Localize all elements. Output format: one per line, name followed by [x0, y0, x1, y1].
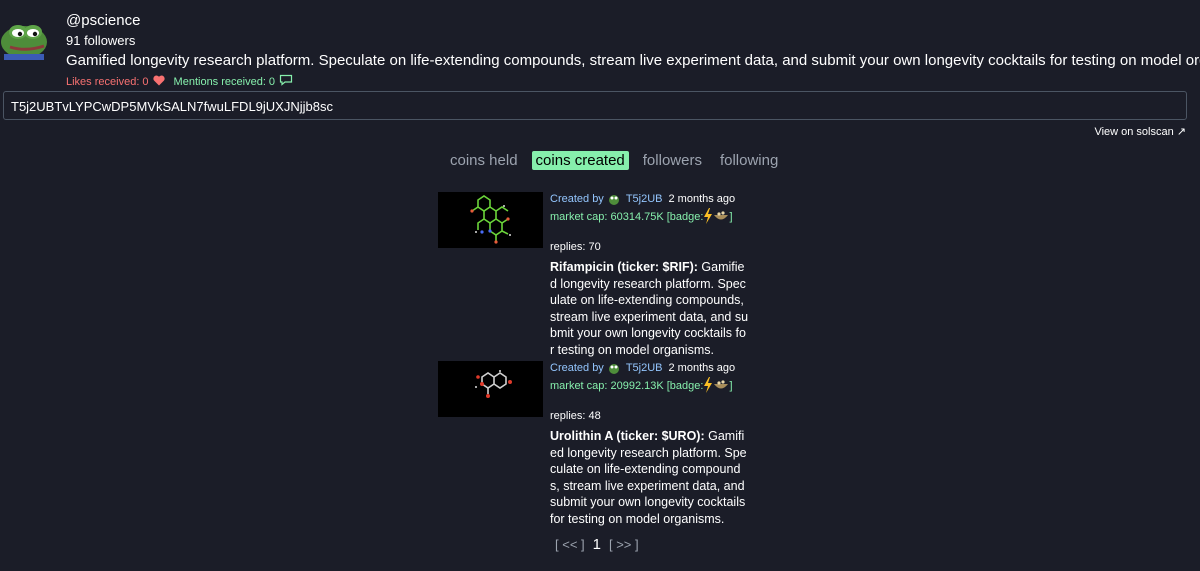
created-by-label: Created by [550, 193, 604, 205]
coin-description: Urolithin A (ticker: $URO): Gamified lon… [550, 428, 750, 527]
profile-stats: Likes received: 0 Mentions received: 0 [66, 74, 293, 89]
market-cap: market cap: 20992.13K [550, 380, 664, 392]
likes-label: Likes received: 0 [66, 75, 149, 88]
market-cap-line: market cap: 60314.75K [badge: ] [550, 207, 760, 227]
wallet-address-field[interactable]: T5j2UBTvLYPCwDP5MVkSALN7fwuLFDL9jUXJNjjb… [3, 91, 1187, 120]
creator-link[interactable]: T5j2UB [626, 193, 663, 205]
creator-avatar-icon [608, 362, 620, 374]
coin-name-ticker: Rifampicin (ticker: $RIF): [550, 260, 698, 274]
badge-close: ] [729, 380, 733, 392]
coin-description-text: Gamified longevity research platform. Sp… [550, 429, 747, 526]
creator-avatar-icon [608, 193, 620, 205]
coin-description-text: Gamified longevity research platform. Sp… [550, 260, 749, 357]
mentions-received: Mentions received: 0 [174, 74, 294, 89]
tab-coins-held[interactable]: coins held [446, 151, 522, 170]
profile-bio: Gamified longevity research platform. Sp… [66, 52, 1200, 69]
coin-thumbnail[interactable] [438, 192, 543, 248]
likes-received: Likes received: 0 [66, 75, 165, 89]
created-line: Created by T5j2UB 2 months ago [550, 361, 760, 375]
coin-name-ticker: Urolithin A (ticker: $URO): [550, 429, 705, 443]
profile-username: @pscience [66, 12, 141, 29]
lightning-icon [703, 207, 713, 227]
coin-description: Rifampicin (ticker: $RIF): Gamified long… [550, 259, 750, 358]
mentions-label: Mentions received: 0 [173, 75, 276, 88]
tab-following[interactable]: following [716, 151, 782, 170]
pagination: [ << ] 1 [ >> ] [555, 536, 639, 553]
badge-close: ] [729, 211, 733, 223]
chat-bubble-icon [279, 74, 293, 89]
coin-info: Created by T5j2UB 2 months ago market ca… [550, 192, 760, 358]
tab-coins-created[interactable]: coins created [531, 151, 629, 170]
market-cap: market cap: 60314.75K [550, 211, 664, 223]
heart-icon [152, 75, 165, 89]
market-cap-line: market cap: 20992.13K [badge: ] [550, 376, 760, 396]
profile-avatar [0, 14, 52, 60]
next-page-button[interactable]: [ >> ] [609, 537, 639, 552]
coin-thumbnail[interactable] [438, 361, 543, 417]
created-line: Created by T5j2UB 2 months ago [550, 192, 760, 206]
prev-page-button[interactable]: [ << ] [555, 537, 585, 552]
view-on-solscan-link[interactable]: View on solscan ↗ [1094, 125, 1186, 138]
replies-count: replies: 48 [550, 410, 601, 422]
tab-followers[interactable]: followers [639, 151, 706, 170]
bowl-icon [713, 209, 729, 226]
creator-link[interactable]: T5j2UB [626, 362, 663, 374]
replies-count: replies: 70 [550, 241, 601, 253]
created-time: 2 months ago [668, 362, 736, 374]
badge-label: [badge: [666, 211, 704, 223]
followers-count[interactable]: 91 followers [66, 33, 135, 48]
coin-info: Created by T5j2UB 2 months ago market ca… [550, 361, 760, 527]
badge: [badge: ] [666, 376, 733, 396]
badge: [badge: ] [666, 207, 733, 227]
badge-label: [badge: [666, 380, 704, 392]
bowl-icon [713, 378, 729, 395]
profile-tabs: coins held coins created followers follo… [446, 151, 782, 170]
created-time: 2 months ago [668, 193, 736, 205]
lightning-icon [703, 376, 713, 396]
created-by-label: Created by [550, 362, 604, 374]
current-page: 1 [592, 536, 601, 553]
